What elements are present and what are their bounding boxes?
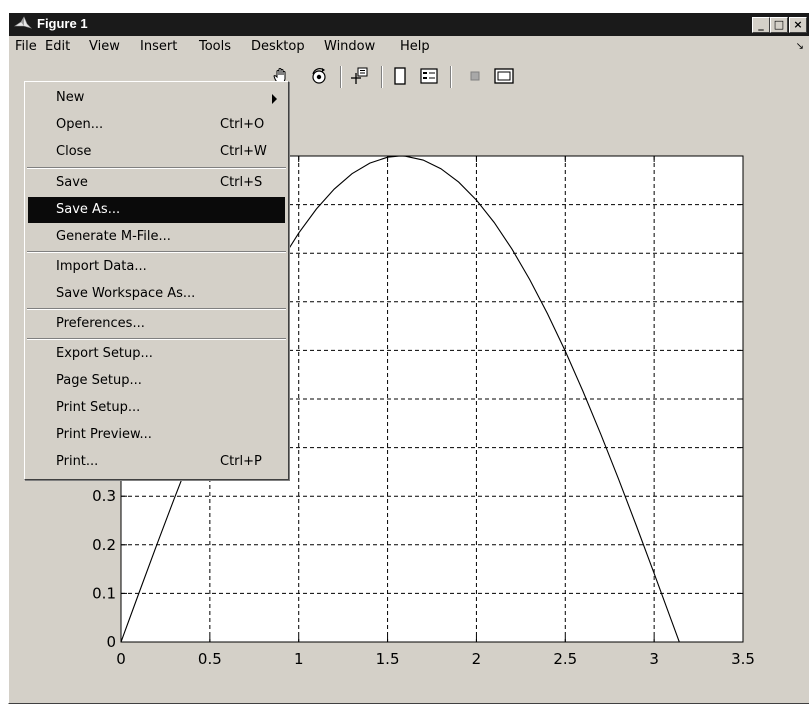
menu-item-label: Generate M-File... [56, 229, 171, 244]
menu-item-label: Save [56, 175, 88, 190]
menu-item-save-workspace-as[interactable]: Save Workspace As... [28, 281, 285, 307]
menu-item-label: New [56, 90, 85, 105]
x-tick-label: 0.5 [198, 650, 222, 668]
menu-item-label: Print Preview... [56, 427, 152, 442]
menu-item-shortcut: Ctrl+O [220, 117, 265, 132]
menu-item-shortcut: Ctrl+W [220, 144, 267, 159]
menu-item-new[interactable]: New [28, 85, 285, 111]
y-tick-label: 0 [106, 633, 116, 651]
menu-separator [27, 167, 286, 169]
x-tick-label: 2 [472, 650, 482, 668]
menu-item-page-setup[interactable]: Page Setup... [28, 368, 285, 394]
x-tick-label: 1.5 [376, 650, 400, 668]
x-tick-label: 3.5 [731, 650, 755, 668]
menu-item-label: Preferences... [56, 316, 145, 331]
submenu-arrow-icon [272, 94, 277, 104]
y-tick-label: 0.1 [92, 584, 116, 602]
menu-item-save-as[interactable]: Save As... [28, 197, 285, 223]
menu-item-export-setup[interactable]: Export Setup... [28, 341, 285, 367]
x-tick-label: 2.5 [553, 650, 577, 668]
menu-item-label: Save As... [56, 202, 121, 217]
menu-item-open[interactable]: Open... Ctrl+O [28, 112, 285, 138]
menu-item-label: Open... [56, 117, 104, 132]
y-tick-label: 0.2 [92, 536, 116, 554]
menu-item-label: Close [56, 144, 92, 159]
figure-window: Figure 1 _ □ × File Edit View Insert Too… [8, 12, 809, 704]
x-tick-label: 1 [294, 650, 304, 668]
menu-item-label: Save Workspace As... [56, 286, 196, 301]
menu-item-print-preview[interactable]: Print Preview... [28, 422, 285, 448]
menu-separator [27, 338, 286, 340]
menu-item-print[interactable]: Print... Ctrl+P [28, 449, 285, 475]
y-tick-label: 0.3 [92, 487, 116, 505]
menu-item-label: Print Setup... [56, 400, 141, 415]
file-menu-dropdown: New Open... Ctrl+O Close Ctrl+W Save Ctr… [24, 81, 289, 480]
menu-item-label: Export Setup... [56, 346, 153, 361]
menu-item-preferences[interactable]: Preferences... [28, 311, 285, 337]
menu-item-generate-m-file[interactable]: Generate M-File... [28, 224, 285, 250]
x-tick-label: 0 [116, 650, 126, 668]
menu-item-shortcut: Ctrl+S [220, 175, 263, 190]
menu-separator [27, 308, 286, 310]
menu-item-close[interactable]: Close Ctrl+W [28, 139, 285, 165]
menu-item-label: Page Setup... [56, 373, 142, 388]
x-tick-label: 3 [649, 650, 659, 668]
menu-item-label: Print... [56, 454, 99, 469]
menu-item-save[interactable]: Save Ctrl+S [28, 170, 285, 196]
menu-item-label: Import Data... [56, 259, 147, 274]
menu-item-import-data[interactable]: Import Data... [28, 254, 285, 280]
menu-item-shortcut: Ctrl+P [220, 454, 262, 469]
menu-separator [27, 251, 286, 253]
menu-item-print-setup[interactable]: Print Setup... [28, 395, 285, 421]
